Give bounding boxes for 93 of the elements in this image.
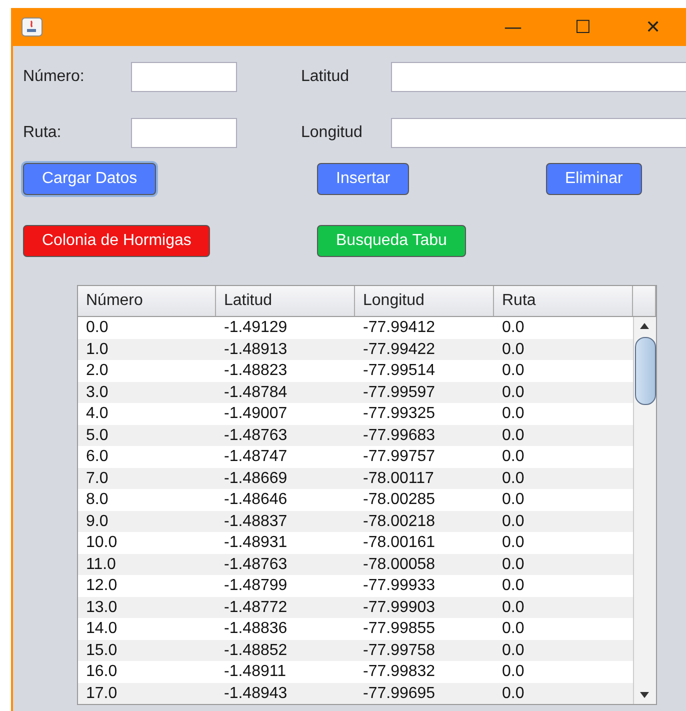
table-cell-text: -77.99422	[362, 340, 436, 360]
column-header[interactable]: Latitud	[216, 286, 355, 316]
table-cell-text: 0.0	[501, 598, 526, 618]
input-field[interactable]	[391, 62, 686, 92]
table-cell-text: -1.48763	[223, 426, 288, 446]
table-cell-text: -1.48763	[223, 554, 288, 574]
table-cell-text: 0.0	[501, 662, 526, 682]
table-cell-text: -1.48931	[223, 533, 288, 553]
table-cell-text: -1.48913	[223, 340, 288, 360]
input-field[interactable]	[131, 62, 237, 92]
column-header[interactable]: Longitud	[355, 286, 494, 316]
table-cell-text: 6.0	[85, 447, 110, 467]
field-label: Número:	[23, 68, 86, 86]
field-label: Latitud	[301, 68, 350, 86]
table-cell-text: 3.0	[85, 382, 110, 402]
close-button[interactable]: ✕	[618, 8, 686, 46]
table-cell-text: -78.00161	[362, 533, 436, 553]
table-cell-text: -77.99758	[362, 640, 436, 660]
table-cell-text: -1.48772	[223, 598, 288, 618]
table-cell-text: 0.0	[501, 404, 526, 424]
table-cell-text: -1.48747	[223, 447, 288, 467]
table-cell-text: -1.48836	[223, 619, 288, 639]
table-cell-text: -1.48646	[223, 490, 288, 510]
maximize-button[interactable]: ☐	[548, 8, 618, 46]
table-cell-text: -1.48784	[223, 382, 288, 402]
action-button[interactable]: Eliminar	[546, 163, 642, 195]
table-cell-text: -1.48799	[223, 576, 288, 596]
table-cell-text: 0.0	[501, 426, 526, 446]
table-cell-text: -77.99832	[362, 662, 436, 682]
table-cell-text: 9.0	[85, 512, 110, 532]
table-cell-text: 0.0	[501, 619, 526, 639]
column-header[interactable]: Número	[78, 286, 216, 316]
table-cell-text: 5.0	[85, 426, 110, 446]
table-cell-text: 1.0	[85, 340, 110, 360]
table-cell-text: 0.0	[501, 533, 526, 553]
table-cell-text: -78.00058	[362, 554, 436, 574]
table-cell-text: 13.0	[85, 598, 118, 618]
table-cell-text: -1.48852	[223, 640, 288, 660]
column-header[interactable]: Ruta	[494, 286, 633, 316]
table-cell-text: -1.49129	[223, 318, 288, 338]
table-cell-text: 11.0	[85, 554, 117, 574]
table-cell-text: -77.99757	[362, 447, 436, 467]
table-cell-text: 17.0	[85, 684, 118, 704]
table-cell-text: -77.99597	[362, 382, 436, 402]
table-cell-text: 0.0	[501, 318, 526, 338]
table-cell-text: -78.00218	[362, 512, 436, 532]
table-cell-text: 0.0	[85, 318, 110, 338]
table-cell-text: 16.0	[85, 662, 118, 682]
table-cell-text: 0.0	[501, 640, 526, 660]
table-cell-text: 14.0	[85, 619, 118, 639]
minimize-button[interactable]: —	[478, 8, 548, 46]
table-cell-text: -77.99514	[362, 361, 436, 381]
table-cell-text: -77.99855	[362, 619, 436, 639]
table-cell-text: 12.0	[85, 576, 118, 596]
table-cell-text: 0.0	[501, 468, 526, 488]
table-cell-text: 10.0	[85, 533, 118, 553]
table-cell-text: 0.0	[501, 576, 526, 596]
action-button[interactable]: Insertar	[317, 163, 410, 195]
field-label: Longitud	[301, 124, 364, 142]
table-cell-text: -1.48911	[223, 662, 287, 682]
table-cell-text: -77.99903	[362, 598, 436, 618]
input-field[interactable]	[391, 118, 686, 148]
table-cell-text: 8.0	[85, 490, 110, 510]
table-cell-text: 15.0	[85, 640, 118, 660]
table-cell-text: 7.0	[85, 468, 110, 488]
table-cell-text: -1.48823	[223, 361, 288, 381]
table-cell-text: 0.0	[501, 684, 526, 704]
action-button[interactable]: Cargar Datos	[23, 163, 156, 195]
table-cell-text: -77.99683	[362, 426, 436, 446]
table-cell-text: 0.0	[501, 512, 526, 532]
table-cell-text: -1.48837	[223, 512, 288, 532]
table-cell-text: -77.99695	[362, 684, 436, 704]
scrollbar[interactable]	[633, 317, 656, 704]
table-cell-text: 0.0	[501, 554, 526, 574]
table-cell-text: -77.99325	[362, 404, 436, 424]
table-cell-text: 0.0	[501, 447, 526, 467]
table-cell-text: 4.0	[85, 404, 110, 424]
input-field[interactable]	[131, 118, 237, 148]
scroll-thumb[interactable]	[635, 337, 656, 405]
table-cell-text: 0.0	[501, 382, 526, 402]
table-cell-text: -77.99412	[362, 318, 436, 338]
action-button[interactable]: Colonia de Hormigas	[23, 225, 210, 257]
table-cell-text: 0.0	[501, 361, 526, 381]
table-cell-text: 0.0	[501, 340, 526, 360]
table-cell-text: -1.48943	[223, 684, 288, 704]
table-cell-text: -77.99933	[362, 576, 436, 596]
table-cell-text: -78.00285	[362, 490, 436, 510]
field-label: Ruta:	[23, 124, 62, 142]
table-cell-text: -1.48669	[223, 468, 288, 488]
table-cell-text: 0.0	[501, 490, 526, 510]
table-cell-text: -78.00117	[362, 468, 435, 488]
table-cell-text: -1.49007	[223, 404, 288, 424]
table-cell-text: 2.0	[85, 361, 110, 381]
